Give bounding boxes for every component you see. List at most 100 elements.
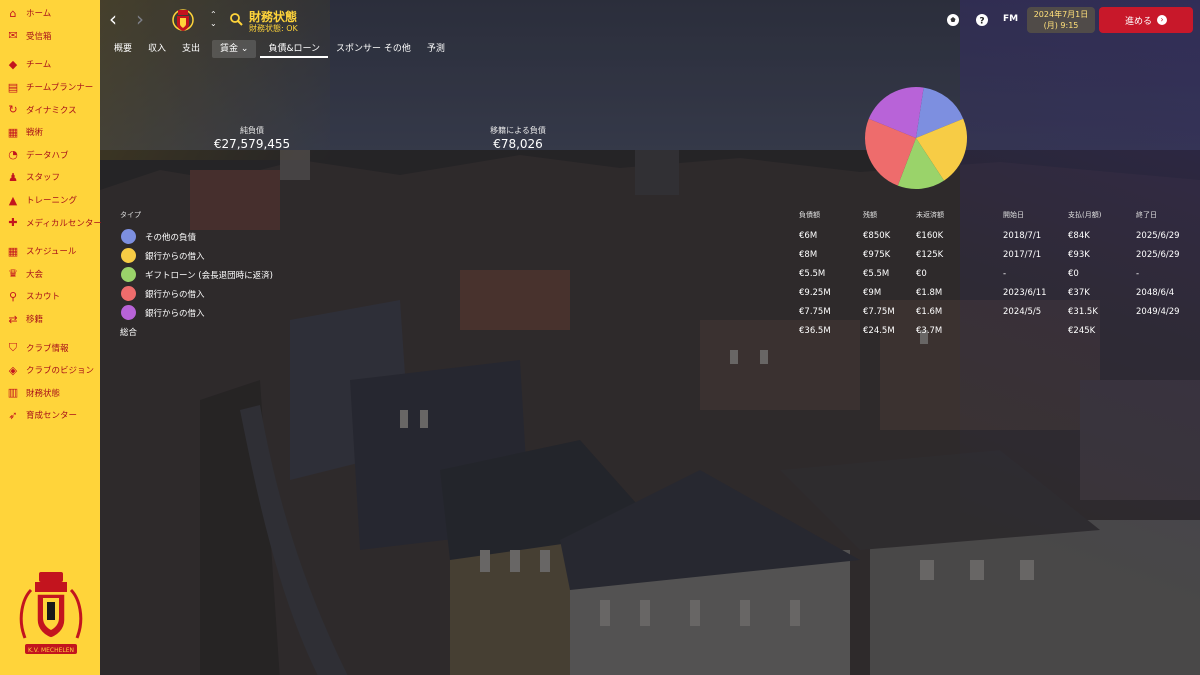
sidebar-item-8[interactable]: ▲ トレーニング	[0, 189, 100, 212]
cell-amount: €36.5M	[799, 326, 831, 336]
forward-button[interactable]: ›	[136, 9, 150, 30]
cell-start: 2017/7/1	[1003, 250, 1042, 260]
cell-start: 2024/5/5	[1003, 307, 1042, 317]
help-icon[interactable]: ?	[975, 13, 989, 27]
sidebar-item-16[interactable]: ▥ 財務状態	[0, 382, 100, 405]
sidebar-item-1[interactable]: ✉ 受信箱	[0, 25, 100, 48]
sidebar-item-12[interactable]: ⚲ スカウト	[0, 285, 100, 308]
tab-6[interactable]: 予測	[419, 40, 453, 58]
back-button[interactable]: ‹	[109, 9, 123, 30]
sidebar-item-0[interactable]: ⌂ ホーム	[0, 2, 100, 25]
date-text: 2024年7月1日	[1033, 10, 1089, 19]
sidebar-item-9[interactable]: ✚ メディカルセンター	[0, 211, 102, 234]
legend-dot	[121, 248, 136, 263]
sidebar-item-2[interactable]: ◆ チーム	[0, 53, 100, 76]
table-row[interactable]: 銀行からの借入 €7.75M €7.75M €1.6M 2024/5/5 €31.5K 20…	[116, 303, 1186, 322]
sidebar-item-label: 財務状態	[26, 388, 61, 399]
legend-dot	[121, 229, 136, 244]
sidebar-item-label: クラブ情報	[26, 343, 69, 354]
transfer-icon: ⇄	[8, 312, 18, 326]
cell-unpaid: €0	[916, 269, 927, 279]
svg-text:K.V. MECHELEN: K.V. MECHELEN	[28, 647, 74, 654]
tactics-icon: ▦	[7, 125, 19, 139]
team-icon: ◆	[8, 57, 18, 71]
sidebar-item-label: メディカルセンター	[26, 218, 102, 229]
sidebar-item-label: 育成センター	[26, 411, 78, 422]
sidebar-item-label: 受信箱	[26, 31, 52, 42]
cell-remaining: €7.75M	[863, 307, 895, 317]
table-row[interactable]: ギフトローン (会長退団時に返済) €5.5M €5.5M €0 - €0 -	[116, 265, 1186, 284]
scout-icon: ⚲	[8, 289, 18, 303]
cell-remaining: €850K	[863, 231, 891, 241]
club-switch-arrows-icon[interactable]: ⌃ ⌄	[210, 10, 217, 28]
cell-unpaid: €125K	[916, 250, 944, 260]
inbox-icon: ✉	[8, 29, 18, 43]
tab-0[interactable]: 概要	[107, 40, 140, 58]
table-row[interactable]: 総合 €36.5M €24.5M €3.7M €245K	[116, 322, 1186, 341]
cell-amount: €8M	[799, 250, 818, 260]
cell-amount: €7.75M	[799, 307, 831, 317]
header-end: 終了日	[1136, 211, 1157, 219]
cell-end: 2048/6/4	[1136, 288, 1175, 298]
finance-icon: ▥	[7, 386, 19, 400]
club-crest-logo: K.V. MECHELEN	[19, 572, 83, 654]
sidebar-item-6[interactable]: ◔ データハブ	[0, 144, 100, 167]
youth-icon: ➶	[8, 408, 18, 422]
search-icon[interactable]	[229, 12, 243, 26]
continue-button[interactable]: 進める ›	[1099, 7, 1193, 33]
cell-start: -	[1003, 269, 1007, 279]
debt-type: 総合	[120, 328, 138, 338]
tab-3[interactable]: 賃金 ⌄	[212, 40, 257, 58]
sidebar-item-label: チーム	[26, 60, 52, 71]
clipboard-icon: ▤	[7, 80, 19, 94]
table-row[interactable]: その他の負債 €6M €850K €160K 2018/7/1 €84K 2025/6/29	[116, 227, 1186, 246]
header-start: 開始日	[1003, 211, 1024, 219]
cell-end: 2025/6/29	[1136, 250, 1180, 260]
sidebar-item-label: 移籍	[26, 315, 44, 326]
table-row[interactable]: 銀行からの借入 €9.25M €9M €1.8M 2023/6/11 €37K 2048/6…	[116, 284, 1186, 303]
sidebar-item-10[interactable]: ▦ スケジュール	[0, 240, 100, 263]
header-type: タイプ	[120, 211, 141, 219]
top-bar: ‹ › ⌃ ⌄ 財務状態 財務状態: OK ? FM 2024年7月1日 (月) …	[100, 0, 1200, 40]
sidebar-item-14[interactable]: ⛉ クラブ情報	[0, 336, 100, 359]
cell-start: 2023/6/11	[1003, 288, 1047, 298]
finance-status-text: 財務状態: OK	[249, 24, 298, 33]
sidebar-item-13[interactable]: ⇄ 移籍	[0, 308, 100, 331]
sidebar-item-label: 大会	[26, 269, 44, 280]
training-icon: ▲	[8, 193, 18, 207]
club-badge-icon[interactable]	[172, 6, 194, 34]
sidebar-item-label: スカウト	[26, 292, 61, 303]
tab-2[interactable]: 支出	[174, 40, 208, 58]
ball-icon[interactable]	[946, 13, 960, 27]
cell-monthly: €0	[1068, 269, 1079, 279]
debt-type: 銀行からの借入	[145, 252, 205, 262]
debt-type: ギフトローン (会長退団時に返済)	[145, 271, 273, 281]
cell-unpaid: €1.6M	[916, 307, 943, 317]
sidebar-item-15[interactable]: ◈ クラブのビジョン	[0, 359, 100, 382]
tab-4[interactable]: 負債&ローン	[260, 40, 329, 58]
sidebar-item-4[interactable]: ↻ ダイナミクス	[0, 98, 100, 121]
tab-5[interactable]: スポンサー その他	[328, 40, 419, 58]
sidebar-item-3[interactable]: ▤ チームプランナー	[0, 76, 100, 99]
cell-remaining: €9M	[863, 288, 882, 298]
game-date[interactable]: 2024年7月1日 (月) 9:15	[1027, 7, 1095, 33]
cell-unpaid: €1.8M	[916, 288, 943, 298]
sidebar-item-11[interactable]: ♛ 大会	[0, 263, 100, 286]
cell-start: 2018/7/1	[1003, 231, 1042, 241]
sidebar-item-label: 戦術	[26, 128, 44, 139]
sidebar-item-5[interactable]: ▦ 戦術	[0, 121, 100, 144]
fm-menu-logo[interactable]: FM	[1003, 14, 1018, 24]
legend-dot	[121, 286, 136, 301]
cell-monthly: €37K	[1068, 288, 1090, 298]
sidebar-item-7[interactable]: ♟ スタッフ	[0, 166, 100, 189]
transfer-debt-value: €78,026	[493, 137, 543, 151]
tab-1[interactable]: 収入	[140, 40, 174, 58]
arrow-right-icon: ›	[1157, 15, 1167, 25]
debt-type: その他の負債	[145, 233, 197, 243]
home-icon: ⌂	[9, 6, 17, 20]
table-row[interactable]: 銀行からの借入 €8M €975K €125K 2017/7/1 €93K 2025/6/2…	[116, 246, 1186, 265]
legend-dot	[121, 267, 136, 282]
club-info-icon: ⛉	[8, 340, 18, 354]
sidebar-item-17[interactable]: ➶ 育成センター	[0, 404, 100, 427]
continue-label: 進める	[1124, 16, 1152, 27]
